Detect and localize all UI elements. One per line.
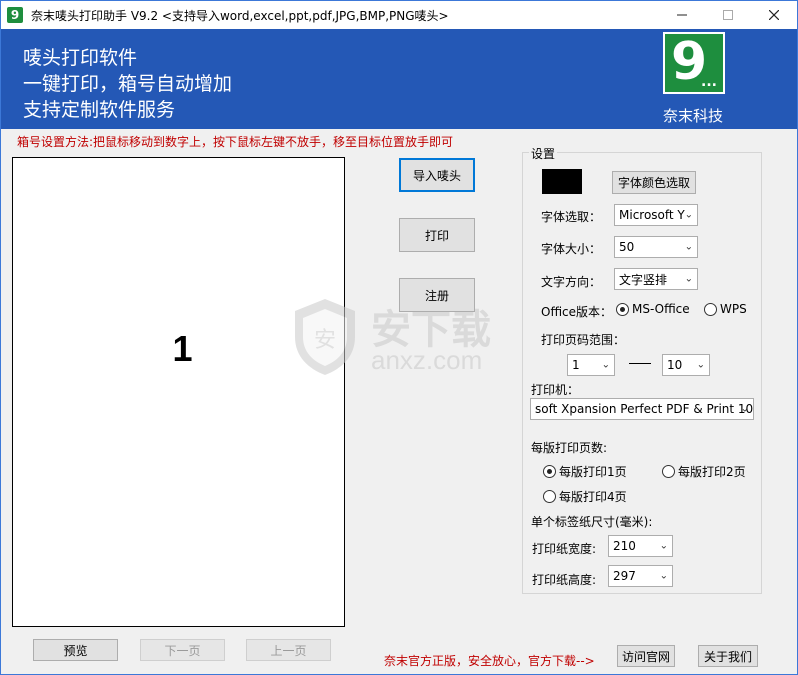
chevron-down-icon: ⌄: [740, 403, 749, 415]
radio-2-per-sheet[interactable]: 每版打印2页: [662, 463, 746, 480]
radio-checked-icon: [616, 302, 629, 316]
range-separator: [629, 363, 651, 364]
radio-unchecked-icon: [543, 490, 556, 503]
official-notice: 奈末官方正版，安全放心，官方下载-->: [384, 654, 595, 668]
maximize-button[interactable]: [705, 1, 751, 29]
radio-wps-label: WPS: [720, 302, 747, 316]
paper-height-value: 297: [613, 569, 636, 583]
shield-glyph: 安: [314, 328, 336, 353]
window-title: 奈末唛头打印助手 V9.2 <支持导入word,excel,ppt,pdf,JP…: [31, 9, 449, 23]
page-from-value: 1: [572, 358, 580, 372]
about-us-button[interactable]: 关于我们: [698, 645, 758, 667]
prev-page-button[interactable]: 上一页: [246, 639, 331, 661]
office-version-label: Office版本：: [541, 305, 613, 319]
register-button[interactable]: 注册: [399, 278, 475, 312]
paper-width-dropdown[interactable]: 210 ⌄: [608, 535, 673, 557]
chevron-down-icon: ⌄: [659, 570, 668, 582]
print-button[interactable]: 打印: [399, 218, 475, 252]
paper-width-label: 打印纸宽度:: [532, 542, 597, 556]
banner-line-1: 唛头打印软件: [23, 47, 138, 69]
watermark-url: anxz.com: [371, 345, 483, 375]
radio-4-per-sheet[interactable]: 每版打印4页: [543, 488, 627, 505]
pages-per-sheet-label: 每版打印页数:: [531, 441, 608, 455]
printer-label: 打印机：: [531, 383, 580, 397]
radio-checked-icon: [543, 465, 556, 478]
page-from-dropdown[interactable]: 1 ⌄: [567, 354, 615, 376]
app-window: 9 奈末唛头打印助手 V9.2 <支持导入word,excel,ppt,pdf,…: [0, 0, 798, 675]
title-bar: 9 奈末唛头打印助手 V9.2 <支持导入word,excel,ppt,pdf,…: [1, 1, 797, 29]
printer-dropdown[interactable]: soft Xpansion Perfect PDF & Print 10 ⌄: [530, 398, 754, 420]
preview-button[interactable]: 预览: [33, 639, 118, 661]
text-direction-dropdown[interactable]: 文字竖排 ⌄: [614, 268, 698, 290]
logo-dots: ...: [701, 74, 717, 90]
font-size-value: 50: [619, 240, 635, 254]
banner-line-2: 一键打印，箱号自动增加: [23, 73, 233, 95]
font-select-value: Microsoft Y: [619, 208, 685, 222]
printer-value: soft Xpansion Perfect PDF & Print 10: [535, 402, 754, 416]
company-name: 奈末科技: [663, 107, 724, 125]
banner-line-3: 支持定制软件服务: [23, 99, 176, 121]
radio-2-per-sheet-label: 每版打印2页: [678, 465, 746, 479]
chevron-down-icon: ⌄: [601, 359, 610, 371]
chevron-down-icon: ⌄: [659, 540, 668, 552]
minimize-icon: [677, 14, 687, 16]
company-logo: 9 ...: [663, 32, 725, 94]
label-preview[interactable]: 1: [12, 157, 345, 627]
radio-ms-office-label: MS-Office: [632, 302, 690, 316]
page-range-label: 打印页码范围：: [541, 333, 626, 347]
visit-website-button[interactable]: 访问官网: [617, 645, 675, 667]
text-direction-value: 文字竖排: [619, 272, 668, 287]
radio-4-per-sheet-label: 每版打印4页: [559, 490, 627, 504]
text-direction-label: 文字方向：: [541, 275, 602, 289]
radio-unchecked-icon: [704, 302, 717, 316]
page-to-dropdown[interactable]: 10 ⌄: [662, 354, 710, 376]
settings-title: 设置: [529, 145, 558, 162]
radio-unchecked-icon: [662, 465, 675, 478]
import-marks-button[interactable]: 导入唛头: [399, 158, 475, 192]
paper-height-dropdown[interactable]: 297 ⌄: [608, 565, 673, 587]
banner: 唛头打印软件 一键打印，箱号自动增加 支持定制软件服务 9 ... 奈末科技: [1, 29, 797, 129]
close-button[interactable]: [751, 1, 797, 29]
next-page-button[interactable]: 下一页: [140, 639, 225, 661]
paper-height-label: 打印纸高度:: [532, 573, 597, 587]
page-to-value: 10: [667, 358, 683, 372]
app-icon: 9: [7, 7, 23, 23]
instruction-text: 箱号设置方法:把鼠标移动到数字上，按下鼠标左键不放手，移至目标位置放手即可: [17, 135, 454, 149]
font-select-label: 字体选取：: [541, 210, 602, 224]
chevron-down-icon: ⌄: [684, 273, 693, 285]
font-color-button[interactable]: 字体颜色选取: [612, 171, 696, 194]
font-color-swatch: [542, 169, 582, 194]
minimize-button[interactable]: [659, 1, 705, 29]
radio-wps[interactable]: WPS: [704, 302, 747, 316]
radio-1-per-sheet[interactable]: 每版打印1页: [543, 463, 627, 480]
paper-width-value: 210: [613, 539, 636, 553]
shield-icon: 安: [295, 299, 355, 375]
radio-ms-office[interactable]: MS-Office: [616, 302, 690, 316]
radio-1-per-sheet-label: 每版打印1页: [559, 465, 627, 479]
label-size-heading: 单个标签纸尺寸(毫米):: [531, 515, 653, 529]
font-size-label: 字体大小：: [541, 242, 602, 256]
maximize-icon: [723, 10, 733, 20]
font-select-dropdown[interactable]: Microsoft Y ⌄: [614, 204, 698, 226]
close-icon: [769, 10, 779, 20]
chevron-down-icon: ⌄: [684, 241, 693, 253]
chevron-down-icon: ⌄: [696, 359, 705, 371]
font-size-dropdown[interactable]: 50 ⌄: [614, 236, 698, 258]
chevron-down-icon: ⌄: [684, 209, 693, 221]
